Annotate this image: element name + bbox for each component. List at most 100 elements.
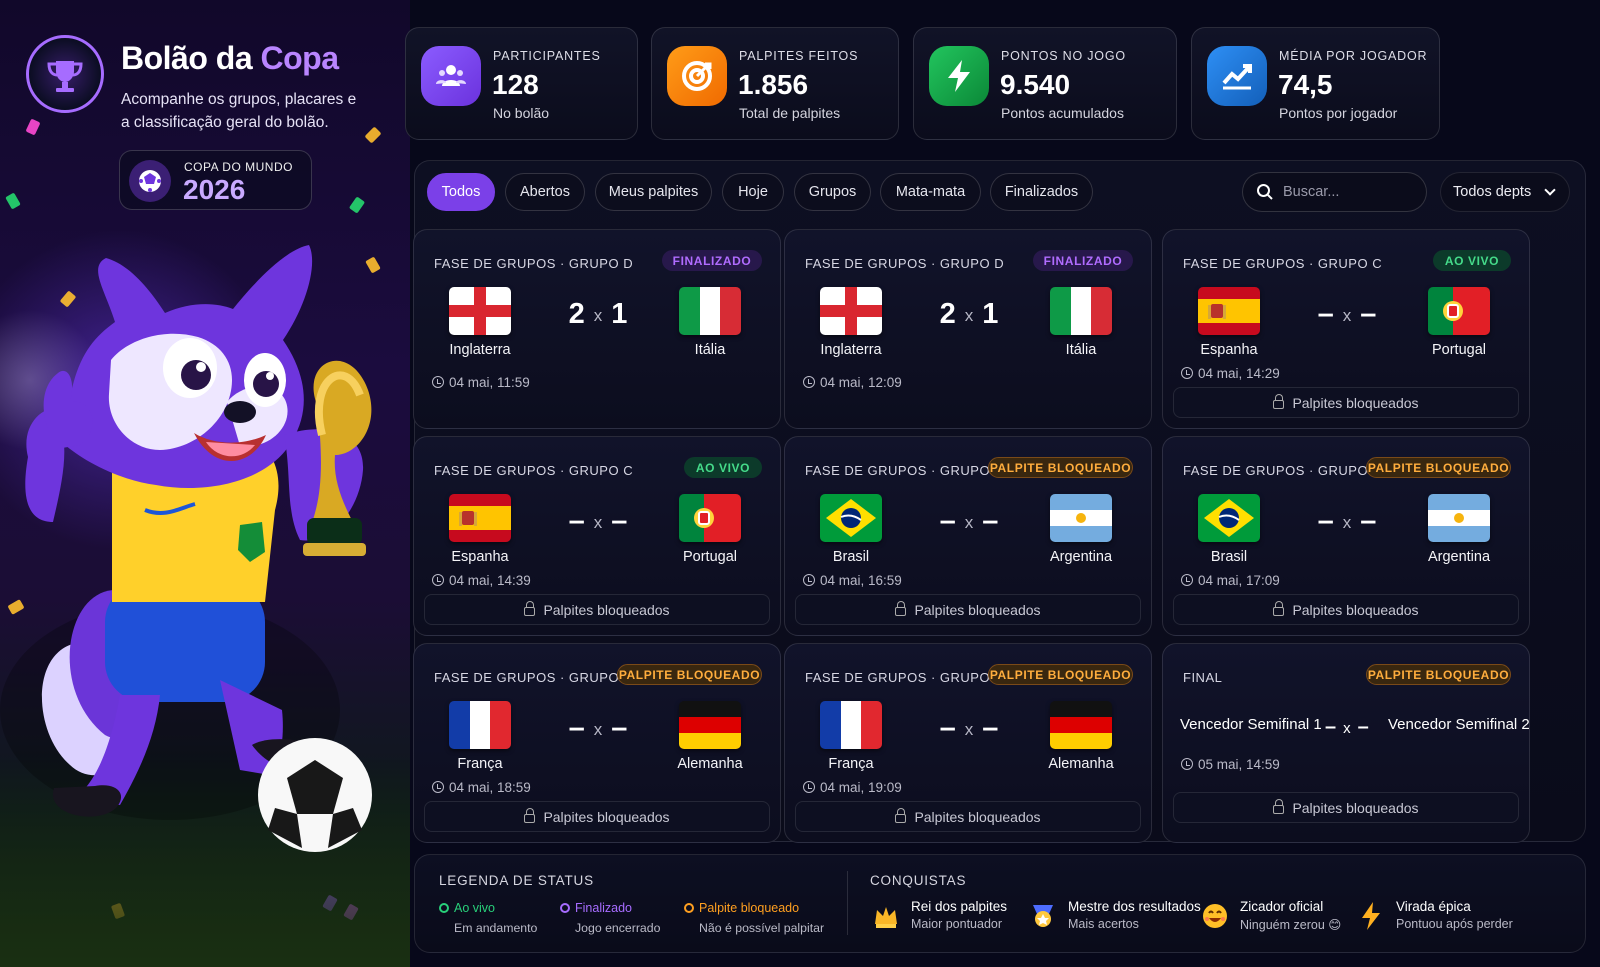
tab-mata-mata[interactable]: Mata-mata xyxy=(880,173,981,211)
tab-meus-palpites[interactable]: Meus palpites xyxy=(595,173,712,211)
match-card[interactable]: FASE DE GRUPOS · GRUPO A PALPITE BLOQUEA… xyxy=(784,436,1152,636)
match-time: 04 mai, 14:39 xyxy=(432,573,531,588)
locked-label: Palpites bloqueados xyxy=(1292,799,1419,816)
clock-icon xyxy=(803,376,815,388)
away-team-name: Argentina xyxy=(1427,549,1491,565)
tab-abertos[interactable]: Abertos xyxy=(505,173,585,211)
home-team-name: Brasil xyxy=(1210,549,1248,565)
locked-guesses-button[interactable]: Palpites bloqueados xyxy=(424,594,770,625)
stat-card-points: PONTOS NO JOGO 9.540 Pontos acumulados xyxy=(913,27,1177,140)
locked-label: Palpites bloqueados xyxy=(543,601,670,618)
match-time: 04 mai, 16:59 xyxy=(803,573,902,588)
locked-guesses-button[interactable]: Palpites bloqueados xyxy=(795,594,1141,625)
world-cup-badge: COPA DO MUNDO 2026 xyxy=(119,150,312,210)
stat-value: 128 xyxy=(492,69,539,100)
away-team-name: Alemanha xyxy=(677,756,743,772)
away-team-name: Argentina xyxy=(1049,549,1113,565)
match-time: 04 mai, 19:09 xyxy=(803,780,902,795)
match-phase: FASE DE GRUPOS · GRUPO B xyxy=(805,670,1004,685)
match-card[interactable]: FASE DE GRUPOS · GRUPO B PALPITE BLOQUEA… xyxy=(784,643,1152,843)
locked-guesses-button[interactable]: Palpites bloqueados xyxy=(424,801,770,832)
locked-label: Palpites bloqueados xyxy=(1292,601,1419,618)
match-score: – x – xyxy=(1163,505,1531,538)
clock-icon xyxy=(432,781,444,793)
status-badge: PALPITE BLOQUEADO xyxy=(1366,664,1511,685)
versus-label: x xyxy=(593,720,603,739)
match-time-text: 04 mai, 14:39 xyxy=(449,573,531,588)
achievement-title: Mestre dos resultados xyxy=(1068,899,1201,914)
tab-finalizados[interactable]: Finalizados xyxy=(990,173,1093,211)
home-score: – xyxy=(939,712,956,744)
status-badge: FINALIZADO xyxy=(1033,250,1133,271)
search-box[interactable] xyxy=(1242,172,1427,212)
away-score: – xyxy=(982,505,999,537)
match-card[interactable]: FINAL PALPITE BLOQUEADO Vencedor Semifin… xyxy=(1162,643,1530,843)
title-text: Bolão da xyxy=(121,40,261,76)
lightning-icon xyxy=(929,46,989,106)
versus-label: x xyxy=(964,306,974,325)
legend-divider xyxy=(847,871,848,935)
status-badge: AO VIVO xyxy=(684,457,762,478)
department-select[interactable]: Todos depts xyxy=(1440,172,1570,212)
page-subtitle: Acompanhe os grupos, placares e a classi… xyxy=(121,91,357,131)
locked-guesses-button[interactable]: Palpites bloqueados xyxy=(1173,594,1519,625)
match-time-text: 04 mai, 17:09 xyxy=(1198,573,1280,588)
home-score: – xyxy=(1317,298,1334,330)
clock-icon xyxy=(432,376,444,388)
locked-guesses-button[interactable]: Palpites bloqueados xyxy=(1173,387,1519,418)
locked-guesses-button[interactable]: Palpites bloqueados xyxy=(1173,792,1519,823)
locked-label: Palpites bloqueados xyxy=(1292,394,1419,411)
match-time-text: 04 mai, 18:59 xyxy=(449,780,531,795)
away-score: – xyxy=(1357,716,1369,738)
away-team-name: Portugal xyxy=(682,549,737,565)
away-team-name: Vencedor Semifinal 2 xyxy=(1388,716,1530,733)
match-phase: FASE DE GRUPOS · GRUPO D xyxy=(434,256,634,271)
department-selected: Todos depts xyxy=(1453,184,1532,200)
home-score: – xyxy=(1325,716,1337,738)
locked-guesses-button[interactable]: Palpites bloqueados xyxy=(795,801,1141,832)
match-card[interactable]: FASE DE GRUPOS · GRUPO D FINALIZADO Ingl… xyxy=(413,229,781,429)
tab-grupos[interactable]: Grupos xyxy=(794,173,871,211)
match-card[interactable]: FASE DE GRUPOS · GRUPO C AO VIVO Espanha… xyxy=(1162,229,1530,429)
match-card[interactable]: FASE DE GRUPOS · GRUPO B PALPITE BLOQUEA… xyxy=(413,643,781,843)
match-score: – x – xyxy=(1163,298,1531,331)
search-input[interactable] xyxy=(1283,173,1418,211)
tab-todos[interactable]: Todos xyxy=(427,173,495,211)
home-team-name: Vencedor Semifinal 1 xyxy=(1180,716,1322,733)
clock-icon xyxy=(1181,758,1193,770)
match-time: 04 mai, 14:29 xyxy=(1181,366,1280,381)
tab-hoje[interactable]: Hoje xyxy=(722,173,784,211)
users-icon xyxy=(421,46,481,106)
match-score: – x – xyxy=(414,712,782,745)
achievement-description: Ninguém zerou 😊 xyxy=(1240,918,1342,932)
home-score: – xyxy=(568,505,585,537)
match-time-text: 04 mai, 16:59 xyxy=(820,573,902,588)
away-score: 1 xyxy=(982,298,999,330)
match-card[interactable]: FASE DE GRUPOS · GRUPO D FINALIZADO Ingl… xyxy=(784,229,1152,429)
clock-icon xyxy=(1181,574,1193,586)
away-score: – xyxy=(982,712,999,744)
lock-icon xyxy=(1273,799,1285,814)
page-title: Bolão da Copa xyxy=(121,40,339,77)
match-card[interactable]: FASE DE GRUPOS · GRUPO C AO VIVO Espanha… xyxy=(413,436,781,636)
stat-label: PONTOS NO JOGO xyxy=(1001,49,1126,63)
away-score: – xyxy=(611,505,628,537)
clock-icon xyxy=(1181,367,1193,379)
achievements-title: CONQUISTAS xyxy=(870,873,967,888)
home-score: – xyxy=(568,712,585,744)
match-time-text: 04 mai, 12:09 xyxy=(820,375,902,390)
versus-label: x xyxy=(1342,306,1352,325)
match-time-text: 04 mai, 19:09 xyxy=(820,780,902,795)
clock-icon xyxy=(803,781,815,793)
away-score: 1 xyxy=(611,298,628,330)
away-score: – xyxy=(1360,298,1377,330)
match-card[interactable]: FASE DE GRUPOS · GRUPO A PALPITE BLOQUEA… xyxy=(1162,436,1530,636)
match-score: – x – xyxy=(414,505,782,538)
legend-item-description: Não é possível palpitar xyxy=(699,921,825,935)
achievement-title: Zicador oficial xyxy=(1240,899,1324,914)
stat-label: MÉDIA POR JOGADOR xyxy=(1279,49,1428,63)
stat-caption: No bolão xyxy=(493,105,550,121)
home-score: 2 xyxy=(568,298,585,330)
medal-icon xyxy=(1027,900,1058,931)
stat-value: 1.856 xyxy=(738,69,809,100)
